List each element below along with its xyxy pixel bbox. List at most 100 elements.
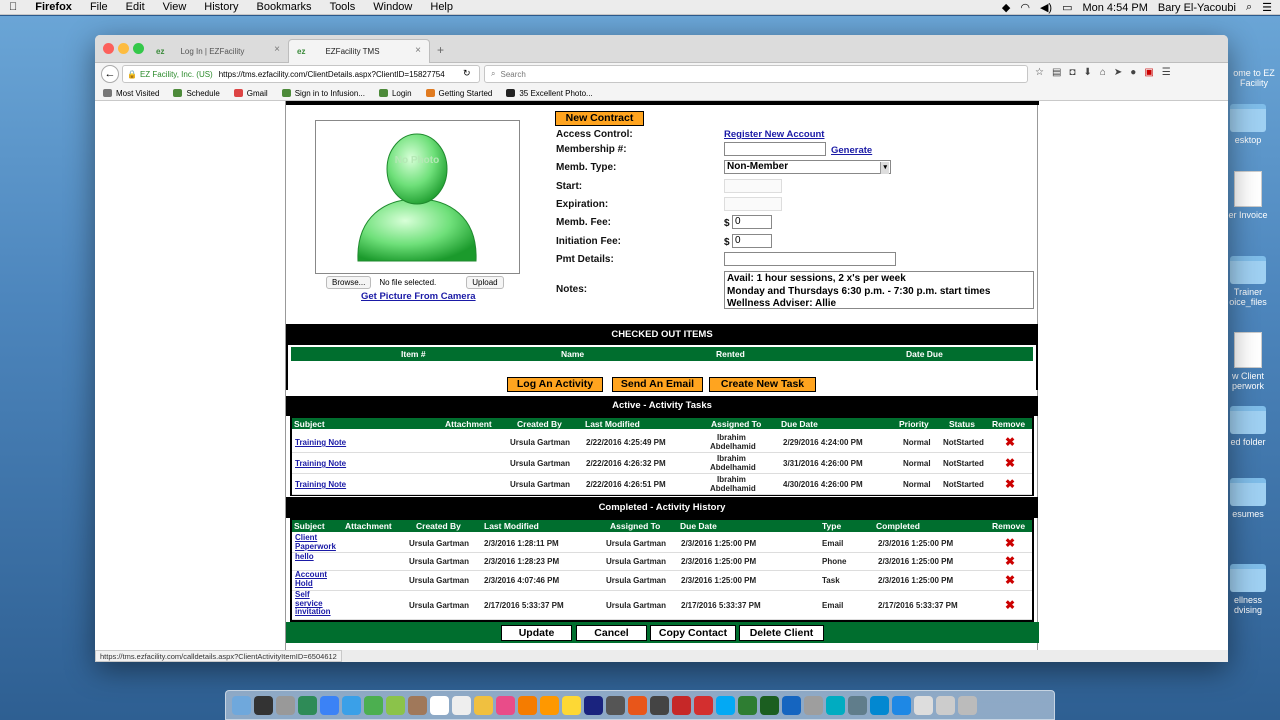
notes-textarea[interactable]: Avail: 1 hour sessions, 2 x's per week M… [724, 271, 1034, 309]
menu-window[interactable]: Window [364, 1, 421, 13]
url-bar[interactable]: 🔒 EZ Facility, Inc. (US) https://tms.ezf… [122, 65, 480, 83]
maximize-window-icon[interactable] [133, 43, 144, 54]
excel-icon[interactable] [760, 695, 779, 715]
history-subject-link[interactable]: hello [295, 552, 345, 562]
skype-icon[interactable] [716, 695, 735, 715]
membership-no-input[interactable] [724, 142, 826, 156]
home-icon[interactable]: ⌂ [1100, 67, 1106, 78]
preview-icon[interactable] [848, 695, 867, 715]
create-task-button[interactable]: Create New Task [709, 377, 816, 392]
system-preferences-icon[interactable] [606, 695, 625, 715]
log-activity-button[interactable]: Log An Activity [507, 377, 603, 392]
desktop-icon[interactable]: ellness dvising [1222, 564, 1274, 615]
ibooks-icon[interactable] [518, 695, 537, 715]
acrobat-icon[interactable] [694, 695, 713, 715]
task-subject-link[interactable]: Training Note [295, 480, 346, 489]
new-contract-button[interactable]: New Contract [555, 111, 644, 126]
desktop-icon[interactable]: esumes [1222, 478, 1274, 519]
new-tab-icon[interactable]: + [437, 43, 444, 57]
document-icon[interactable] [914, 695, 933, 715]
photoshop-icon[interactable] [584, 695, 603, 715]
word-icon[interactable] [782, 695, 801, 715]
tab-login[interactable]: ez Log In | EZFacility × [150, 39, 288, 63]
notification-icon[interactable]: ☰ [1262, 1, 1272, 14]
reading-list-icon[interactable]: ▤ [1052, 67, 1061, 78]
update-button[interactable]: Update [501, 625, 572, 641]
quicktime-icon[interactable] [892, 695, 911, 715]
volume-icon[interactable]: ◀) [1040, 1, 1052, 14]
back-icon[interactable]: ← [101, 65, 119, 83]
menu-tools[interactable]: Tools [321, 1, 365, 13]
search-input[interactable]: ⌕ Search [484, 65, 1028, 83]
bookmark-infusion[interactable]: Sign in to Infusion... [281, 89, 365, 98]
safari-icon[interactable] [342, 695, 361, 715]
bookmark-photo[interactable]: 35 Excellent Photo... [506, 89, 593, 98]
launchpad-icon[interactable] [254, 695, 273, 715]
bookmark-gmail[interactable]: Gmail [233, 89, 268, 98]
start-date-input[interactable] [724, 179, 782, 193]
remove-icon[interactable]: ✖ [1005, 598, 1015, 612]
user-icon[interactable] [738, 695, 757, 715]
filezilla-icon[interactable] [650, 695, 669, 715]
download-icon[interactable]: ⬇ [1083, 67, 1091, 78]
remove-icon[interactable]: ✖ [1005, 477, 1015, 491]
stickies-icon[interactable] [562, 695, 581, 715]
history-subject-link[interactable]: Self service invitation [295, 590, 345, 617]
close-tab-icon[interactable]: × [274, 44, 280, 55]
notes-icon[interactable] [474, 695, 493, 715]
bookmark-getting-started[interactable]: Getting Started [425, 89, 492, 98]
chat-icon[interactable]: ● [1130, 67, 1136, 78]
calendar-icon[interactable] [430, 695, 449, 715]
app-store-icon[interactable] [320, 695, 339, 715]
remove-icon[interactable]: ✖ [1005, 536, 1015, 550]
menu-edit[interactable]: Edit [117, 1, 154, 13]
close-tab-icon[interactable]: × [415, 45, 421, 56]
dropbox-icon[interactable]: ◆ [1002, 1, 1010, 14]
powerpoint-icon[interactable] [672, 695, 691, 715]
menu-view[interactable]: View [154, 1, 196, 13]
close-window-icon[interactable] [103, 43, 114, 54]
contacts-icon[interactable] [408, 695, 427, 715]
bookmark-schedule[interactable]: Schedule [173, 89, 220, 98]
rocket-icon[interactable] [276, 695, 295, 715]
memb-fee-input[interactable]: 0 [732, 215, 772, 229]
remove-icon[interactable]: ✖ [1005, 554, 1015, 568]
task-subject-link[interactable]: Training Note [295, 459, 346, 468]
apple-icon[interactable]:  [0, 1, 26, 13]
remove-icon[interactable]: ✖ [1005, 435, 1015, 449]
menu-bookmarks[interactable]: Bookmarks [248, 1, 321, 13]
bookmark-star-icon[interactable]: ☆ [1035, 67, 1044, 78]
tab-ezfacility-tms[interactable]: ez EZFacility TMS × [288, 39, 430, 63]
trash-icon[interactable] [958, 695, 977, 715]
minimize-window-icon[interactable] [118, 43, 129, 54]
bookmark-most-visited[interactable]: Most Visited [103, 89, 159, 98]
battery-icon[interactable]: ▭ [1062, 1, 1072, 14]
spotlight-icon[interactable]: ⌕ [1246, 1, 1252, 14]
generate-link[interactable]: Generate [831, 145, 872, 156]
desktop-icon[interactable]: w Client perwork [1222, 332, 1274, 391]
reminders-icon[interactable] [452, 695, 471, 715]
facetime-icon[interactable] [386, 695, 405, 715]
itunes-icon[interactable] [496, 695, 515, 715]
desktop-icon[interactable]: ed folder [1222, 406, 1274, 447]
history-subject-link[interactable]: Client Paperwork [295, 533, 345, 551]
dashboard-icon[interactable] [298, 695, 317, 715]
help-icon[interactable] [804, 695, 823, 715]
photos-icon[interactable] [540, 695, 559, 715]
desktop-icon[interactable]: er Invoice [1222, 171, 1274, 220]
reload-icon[interactable]: ↻ [463, 68, 471, 79]
pmt-details-input[interactable] [724, 252, 896, 266]
desktop-icon[interactable]: ome to EZ Facility [1228, 68, 1280, 88]
copy-contact-button[interactable]: Copy Contact [650, 625, 736, 641]
browse-button[interactable]: Browse... [326, 276, 372, 289]
task-subject-link[interactable]: Training Note [295, 438, 346, 447]
menubar-clock[interactable]: Mon 4:54 PM [1082, 2, 1147, 14]
initiation-fee-input[interactable]: 0 [732, 234, 772, 248]
send-icon[interactable]: ➤ [1114, 67, 1122, 78]
delete-client-button[interactable]: Delete Client [739, 625, 824, 641]
pocket-icon[interactable]: ◘ [1069, 67, 1075, 78]
upload-button[interactable]: Upload [466, 276, 504, 289]
menu-firefox[interactable]: Firefox [26, 1, 81, 13]
history-subject-link[interactable]: Account Hold [295, 570, 345, 588]
desktop-icon[interactable]: Trainer oice_files [1222, 256, 1274, 307]
